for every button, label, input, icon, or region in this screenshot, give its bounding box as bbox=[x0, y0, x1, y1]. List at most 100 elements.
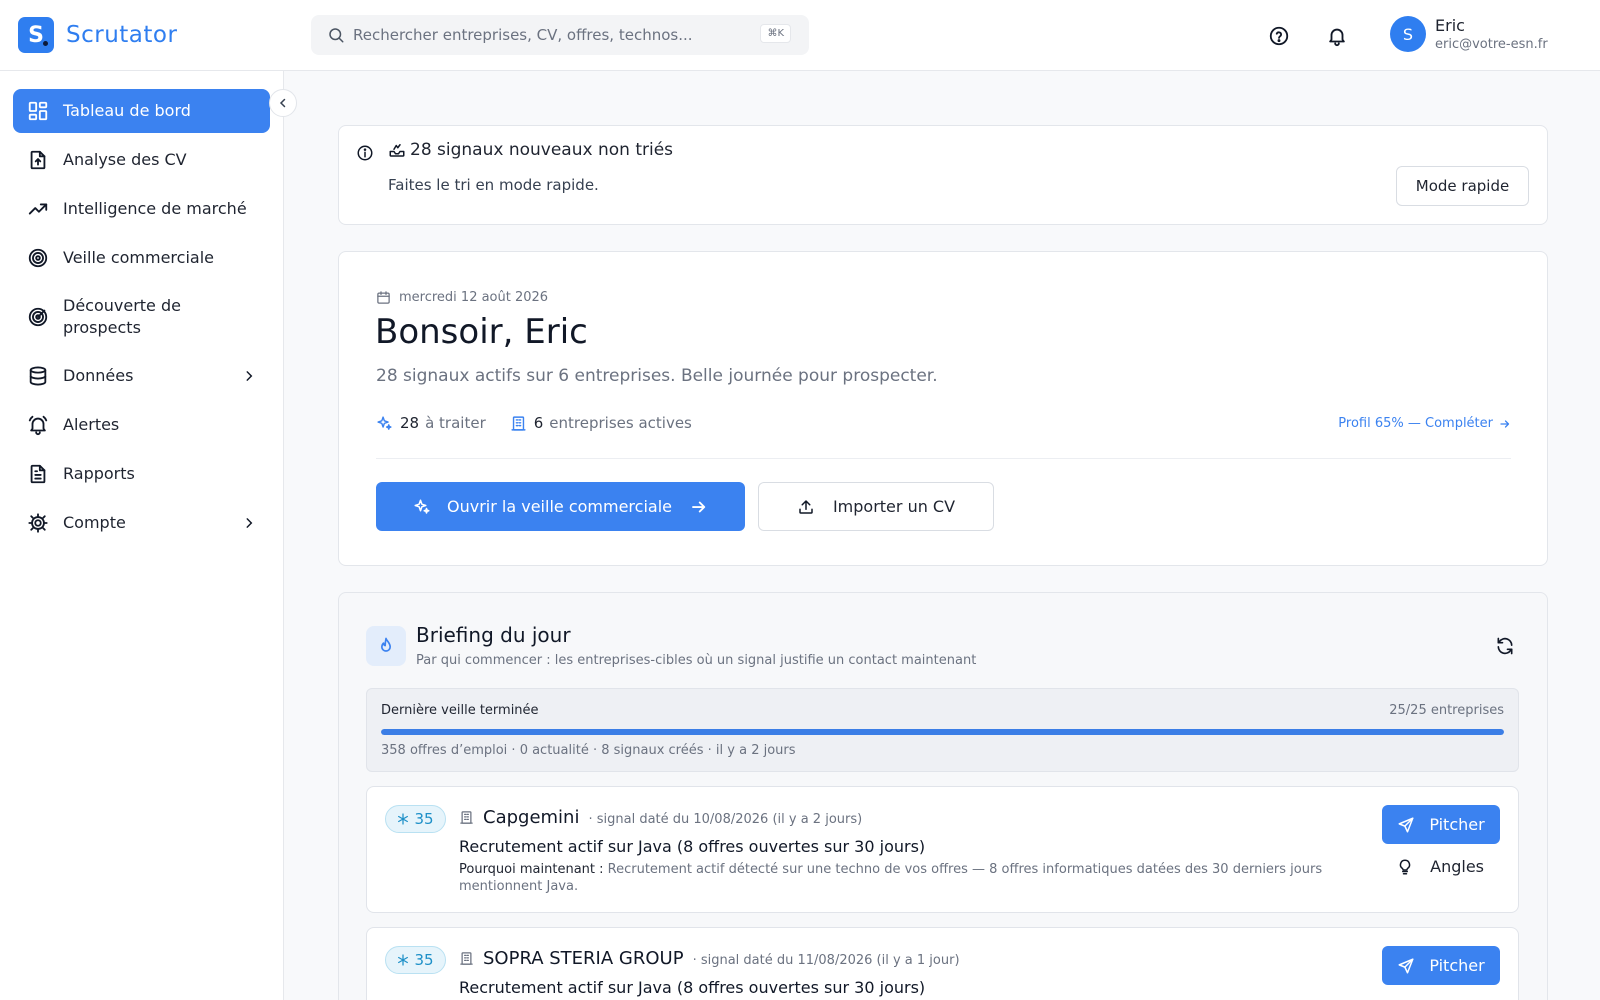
info-icon bbox=[357, 145, 373, 161]
import-cv-button[interactable]: Importer un CV bbox=[758, 482, 994, 531]
why-now-label: Pourquoi maintenant : bbox=[459, 862, 604, 877]
global-search[interactable]: ⌘K bbox=[311, 15, 809, 55]
stat-active-companies-count: 6 bbox=[533, 414, 544, 432]
sidebar-item-label: Alertes bbox=[63, 415, 120, 434]
target-icon bbox=[28, 248, 48, 268]
gear-icon bbox=[28, 513, 48, 533]
top-bar: S Scrutator ⌘K S Eric eric@votre-esn.fr bbox=[0, 0, 1600, 71]
signal-card: 35 Capgemini · signal daté du 10/08/2026… bbox=[366, 786, 1519, 913]
flame-icon bbox=[381, 637, 391, 652]
complete-profile-link[interactable]: Profil 65% — Compléter bbox=[1338, 416, 1511, 431]
send-icon bbox=[1398, 817, 1414, 832]
angles-button[interactable]: Angles bbox=[1396, 857, 1484, 876]
sidebar-item-prospect-discovery[interactable]: Découverte de prospects bbox=[13, 285, 270, 349]
unsorted-signals-notice: 28 signaux nouveaux non triés Faites le … bbox=[338, 125, 1548, 225]
sidebar-item-market-intelligence[interactable]: Intelligence de marché bbox=[13, 187, 270, 231]
score-value: 35 bbox=[414, 810, 434, 828]
signal-date: · signal daté du 10/08/2026 (il y a 2 jo… bbox=[588, 812, 863, 827]
stat-to-process-label: à traiter bbox=[425, 414, 486, 432]
current-date: mercredi 12 août 2026 bbox=[399, 290, 549, 305]
bell-icon[interactable] bbox=[1326, 25, 1348, 47]
user-email: eric@votre-esn.fr bbox=[1435, 37, 1548, 52]
radar-icon bbox=[28, 307, 48, 327]
refresh-icon[interactable] bbox=[1495, 636, 1515, 656]
sidebar-collapse-button[interactable] bbox=[269, 89, 297, 117]
pitch-label: Pitcher bbox=[1429, 956, 1485, 975]
quick-mode-button[interactable]: Mode rapide bbox=[1396, 166, 1529, 206]
score-value: 35 bbox=[414, 951, 434, 969]
briefing-title: Briefing du jour bbox=[416, 623, 571, 647]
search-shortcut-badge: ⌘K bbox=[760, 24, 791, 43]
pitch-button[interactable]: Pitcher bbox=[1382, 805, 1500, 844]
snowflake-icon bbox=[398, 813, 409, 825]
database-icon bbox=[29, 366, 47, 386]
hero-divider bbox=[376, 458, 1511, 459]
file-upload-icon bbox=[30, 150, 46, 170]
upload-icon bbox=[799, 499, 813, 514]
sparkles-icon bbox=[377, 415, 392, 430]
sidebar-item-account[interactable]: Compte bbox=[13, 501, 270, 545]
sidebar-item-label: Analyse des CV bbox=[63, 150, 187, 169]
sidebar-item-reports[interactable]: Rapports bbox=[13, 452, 270, 496]
sidebar-item-label: Découverte de prospects bbox=[63, 296, 181, 337]
welcome-card: mercredi 12 août 2026 Bonsoir, Eric 28 s… bbox=[338, 251, 1548, 566]
user-menu[interactable]: S Eric eric@votre-esn.fr bbox=[1390, 16, 1548, 52]
sidebar-item-label: Tableau de bord bbox=[63, 101, 191, 120]
building-icon bbox=[460, 952, 473, 965]
send-icon bbox=[1398, 958, 1414, 973]
pitch-button[interactable]: Pitcher bbox=[1382, 946, 1500, 985]
progress-label: Dernière veille terminée bbox=[381, 703, 539, 718]
daily-briefing: Briefing du jour Par qui commencer : les… bbox=[338, 592, 1548, 1000]
user-name: Eric bbox=[1435, 16, 1465, 35]
building-icon bbox=[460, 811, 473, 824]
signal-company[interactable]: Capgemini bbox=[483, 807, 579, 828]
chevron-right-icon bbox=[246, 371, 253, 381]
signal-company[interactable]: SOPRA STERIA GROUP bbox=[483, 948, 684, 969]
report-icon bbox=[30, 464, 46, 484]
score-badge: 35 bbox=[385, 805, 446, 833]
date-row: mercredi 12 août 2026 bbox=[376, 290, 548, 305]
arrow-right-icon bbox=[1500, 419, 1510, 428]
signal-card: 35 SOPRA STERIA GROUP · signal daté du 1… bbox=[366, 927, 1519, 1000]
sidebar-item-commercial-watch[interactable]: Veille commerciale bbox=[13, 236, 270, 280]
logo-mark: S bbox=[18, 17, 54, 53]
search-input[interactable] bbox=[353, 26, 743, 44]
signal-why-now: Pourquoi maintenant : Recrutement actif … bbox=[459, 861, 1369, 895]
greeting-title: Bonsoir, Eric bbox=[375, 312, 588, 352]
stat-to-process-count: 28 bbox=[400, 414, 420, 432]
calendar-icon bbox=[377, 291, 390, 304]
summary-stats: 28 à traiter 6 entreprises actives bbox=[376, 414, 716, 432]
sidebar-item-label: Compte bbox=[63, 513, 126, 532]
progress-count: 25/25 entreprises bbox=[1389, 703, 1504, 718]
inbox-hand-icon bbox=[389, 144, 405, 157]
sidebar: Tableau de bord Analyse des CV Intellige… bbox=[0, 71, 284, 1000]
stat-active-companies: 6 entreprises actives bbox=[510, 414, 692, 432]
app-name: Scrutator bbox=[66, 22, 178, 48]
progress-track bbox=[381, 729, 1504, 735]
signal-date: · signal daté du 11/08/2026 (il y a 1 jo… bbox=[692, 953, 960, 968]
notice-title-row: 28 signaux nouveaux non triés bbox=[388, 140, 673, 160]
sidebar-item-alerts[interactable]: Alertes bbox=[13, 403, 270, 447]
signal-title: Recrutement actif sur Java (8 offres ouv… bbox=[459, 978, 926, 997]
avatar: S bbox=[1390, 16, 1426, 52]
import-cv-label: Importer un CV bbox=[832, 497, 956, 516]
pitch-label: Pitcher bbox=[1429, 815, 1485, 834]
score-badge: 35 bbox=[385, 946, 446, 974]
stat-to-process: 28 à traiter bbox=[376, 414, 486, 432]
app-logo[interactable]: S Scrutator bbox=[18, 17, 177, 53]
sidebar-item-dashboard[interactable]: Tableau de bord bbox=[13, 89, 270, 133]
notice-subtitle: Faites le tri en mode rapide. bbox=[388, 176, 599, 194]
greeting-tagline: 28 signaux actifs sur 6 entreprises. Bel… bbox=[376, 366, 938, 386]
progress-fill bbox=[381, 729, 1504, 735]
chevron-left-icon bbox=[279, 98, 286, 108]
building-icon bbox=[511, 415, 526, 431]
snowflake-icon bbox=[398, 954, 409, 966]
chevron-right-icon bbox=[246, 518, 253, 528]
help-circle-icon[interactable] bbox=[1268, 25, 1290, 47]
signal-header: Capgemini · signal daté du 10/08/2026 (i… bbox=[459, 807, 862, 828]
sidebar-item-label: Rapports bbox=[63, 464, 135, 483]
sidebar-item-cv-analysis[interactable]: Analyse des CV bbox=[13, 138, 270, 182]
open-commercial-watch-button[interactable]: Ouvrir la veille commerciale bbox=[376, 482, 745, 531]
notice-title: 28 signaux nouveaux non triés bbox=[410, 140, 674, 160]
sidebar-item-data[interactable]: Données bbox=[13, 354, 270, 398]
